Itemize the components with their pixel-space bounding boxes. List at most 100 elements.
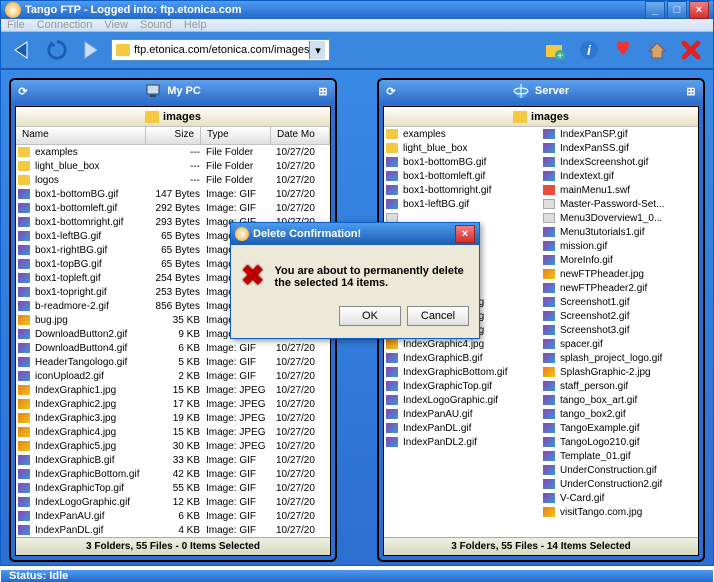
maximize-button[interactable]: □ bbox=[667, 1, 687, 19]
cancel-button[interactable]: Cancel bbox=[407, 306, 469, 326]
col-type[interactable]: Type bbox=[201, 127, 271, 144]
file-row[interactable]: TangoLogo210.gif bbox=[541, 435, 698, 449]
favorite-button[interactable] bbox=[609, 36, 637, 64]
file-row[interactable]: IndexGraphicB.gif33 KBImage: GIF10/27/20 bbox=[16, 453, 330, 467]
file-name: Master-Password-Set... bbox=[557, 199, 692, 210]
menu-sound[interactable]: Sound bbox=[140, 19, 172, 31]
file-row[interactable]: IndexPanSP.gif bbox=[541, 127, 698, 141]
file-row[interactable]: iconUpload2.gif2 KBImage: GIF10/27/20 bbox=[16, 369, 330, 383]
col-size[interactable]: Size bbox=[146, 127, 201, 144]
file-row[interactable]: box1-bottomright.gif bbox=[384, 183, 541, 197]
file-row[interactable]: IndexGraphic4.jpg bbox=[384, 337, 541, 351]
file-row[interactable]: V-Card.gif bbox=[541, 491, 698, 505]
file-row[interactable]: IndexPanAU.gif bbox=[384, 407, 541, 421]
file-row[interactable]: UnderConstruction2.gif bbox=[541, 477, 698, 491]
file-name: IndexGraphicB.gif bbox=[32, 455, 148, 466]
panel-expand-icon[interactable]: ⊞ bbox=[683, 83, 699, 99]
file-row[interactable]: IndexGraphic4.jpg15 KBImage: JPEG10/27/2… bbox=[16, 425, 330, 439]
file-row[interactable]: mission.gif bbox=[541, 239, 698, 253]
file-row[interactable]: splash_project_logo.gif bbox=[541, 351, 698, 365]
home-button[interactable] bbox=[643, 36, 671, 64]
address-dropdown[interactable]: ▾ bbox=[309, 41, 325, 59]
menu-file[interactable]: File bbox=[7, 19, 25, 31]
file-row[interactable]: tango_box_art.gif bbox=[541, 393, 698, 407]
new-folder-button[interactable]: + bbox=[541, 36, 569, 64]
file-row[interactable]: Menu3tutorials1.gif bbox=[541, 225, 698, 239]
file-row[interactable]: IndexPanDL.gif4 KBImage: GIF10/27/20 bbox=[16, 523, 330, 537]
info-button[interactable]: i bbox=[575, 36, 603, 64]
menu-view[interactable]: View bbox=[104, 19, 128, 31]
panel-refresh-icon[interactable]: ⟳ bbox=[15, 83, 31, 99]
file-row[interactable]: IndexGraphic1.jpg15 KBImage: JPEG10/27/2… bbox=[16, 383, 330, 397]
file-row[interactable]: IndexGraphicBottom.gif42 KBImage: GIF10/… bbox=[16, 467, 330, 481]
file-row[interactable]: Indextext.gif bbox=[541, 169, 698, 183]
file-row[interactable]: box1-bottomleft.gif bbox=[384, 169, 541, 183]
panel-refresh-icon[interactable]: ⟳ bbox=[383, 83, 399, 99]
file-row[interactable]: light_blue_box bbox=[384, 141, 541, 155]
back-button[interactable] bbox=[9, 36, 37, 64]
forward-button[interactable] bbox=[77, 36, 105, 64]
refresh-button[interactable] bbox=[43, 36, 71, 64]
file-name: UnderConstruction2.gif bbox=[557, 479, 692, 490]
file-row[interactable]: examples---File Folder10/27/20 bbox=[16, 145, 330, 159]
file-row[interactable]: Template_01.gif bbox=[541, 449, 698, 463]
file-row[interactable]: SplashGraphic-2.jpg bbox=[541, 365, 698, 379]
file-row[interactable]: IndexGraphicTop.gif bbox=[384, 379, 541, 393]
col-name[interactable]: Name bbox=[16, 127, 146, 144]
file-row[interactable]: newFTPheader2.gif bbox=[541, 281, 698, 295]
file-row[interactable]: IndexGraphic5.jpg30 KBImage: JPEG10/27/2… bbox=[16, 439, 330, 453]
file-row[interactable]: logos---File Folder10/27/20 bbox=[16, 173, 330, 187]
file-row[interactable]: MoreInfo.gif bbox=[541, 253, 698, 267]
file-row[interactable]: box1-bottomBG.gif147 BytesImage: GIF10/2… bbox=[16, 187, 330, 201]
file-row[interactable]: IndexGraphic2.jpg17 KBImage: JPEG10/27/2… bbox=[16, 397, 330, 411]
close-button[interactable]: × bbox=[689, 1, 709, 19]
file-row[interactable]: IndexGraphicBottom.gif bbox=[384, 365, 541, 379]
file-row[interactable]: IndexGraphic3.jpg19 KBImage: JPEG10/27/2… bbox=[16, 411, 330, 425]
gif-icon bbox=[18, 483, 30, 493]
file-row[interactable]: newFTPheader.jpg bbox=[541, 267, 698, 281]
file-row[interactable]: box1-bottomBG.gif bbox=[384, 155, 541, 169]
file-row[interactable]: IndexLogoGraphic.gif12 KBImage: GIF10/27… bbox=[16, 495, 330, 509]
minimize-button[interactable]: _ bbox=[645, 1, 665, 19]
menu-help[interactable]: Help bbox=[184, 19, 207, 31]
file-row[interactable]: TangoExample.gif bbox=[541, 421, 698, 435]
file-row[interactable]: IndexLogoGraphic.gif bbox=[384, 393, 541, 407]
file-row[interactable]: HeaderTangologo.gif5 KBImage: GIF10/27/2… bbox=[16, 355, 330, 369]
file-row[interactable]: IndexScreenshot.gif bbox=[541, 155, 698, 169]
file-row[interactable]: visitTango.com.jpg bbox=[541, 505, 698, 519]
file-row[interactable]: box1-leftBG.gif bbox=[384, 197, 541, 211]
file-row[interactable]: DownloadButton4.gif6 KBImage: GIF10/27/2… bbox=[16, 341, 330, 355]
file-row[interactable]: mainMenu1.swf bbox=[541, 183, 698, 197]
file-row[interactable]: IndexGraphicB.gif bbox=[384, 351, 541, 365]
file-name: TangoExample.gif bbox=[557, 423, 692, 434]
file-row[interactable]: IndexGraphicTop.gif55 KBImage: GIF10/27/… bbox=[16, 481, 330, 495]
col-date[interactable]: Date Mo bbox=[271, 127, 330, 144]
file-row[interactable]: box1-bottomleft.gif292 BytesImage: GIF10… bbox=[16, 201, 330, 215]
file-row[interactable]: Screenshot3.gif bbox=[541, 323, 698, 337]
file-row[interactable]: IndexPanAU.gif6 KBImage: GIF10/27/20 bbox=[16, 509, 330, 523]
file-row[interactable]: Master-Password-Set... bbox=[541, 197, 698, 211]
menu-connection[interactable]: Connection bbox=[37, 19, 93, 31]
file-row[interactable]: light_blue_box---File Folder10/27/20 bbox=[16, 159, 330, 173]
gen-icon bbox=[543, 199, 555, 209]
file-row[interactable]: IndexPanDL2.gif bbox=[384, 435, 541, 449]
file-row[interactable]: examples bbox=[384, 127, 541, 141]
file-row[interactable]: staff_person.gif bbox=[541, 379, 698, 393]
delete-button[interactable] bbox=[677, 36, 705, 64]
file-row[interactable]: Screenshot2.gif bbox=[541, 309, 698, 323]
ok-button[interactable]: OK bbox=[339, 306, 401, 326]
dialog-close-button[interactable]: × bbox=[455, 225, 475, 243]
file-row[interactable]: IndexPanDL.gif bbox=[384, 421, 541, 435]
file-row[interactable]: IndexPanSS.gif bbox=[541, 141, 698, 155]
file-row[interactable]: tango_box2.gif bbox=[541, 407, 698, 421]
file-name: bug.jpg bbox=[32, 315, 148, 326]
file-row[interactable]: Screenshot1.gif bbox=[541, 295, 698, 309]
file-row[interactable]: Menu3Doverview1_0... bbox=[541, 211, 698, 225]
panel-expand-icon[interactable]: ⊞ bbox=[315, 83, 331, 99]
file-row[interactable]: spacer.gif bbox=[541, 337, 698, 351]
address-bar[interactable]: ftp.etonica.com/etonica.com/images ▾ bbox=[111, 39, 330, 61]
titlebar[interactable]: Tango FTP - Logged into: ftp.etonica.com… bbox=[1, 1, 713, 19]
local-file-list[interactable]: examples---File Folder10/27/20light_blue… bbox=[16, 145, 330, 537]
file-row[interactable]: UnderConstruction.gif bbox=[541, 463, 698, 477]
dialog-titlebar[interactable]: Delete Confirmation! × bbox=[231, 223, 479, 245]
